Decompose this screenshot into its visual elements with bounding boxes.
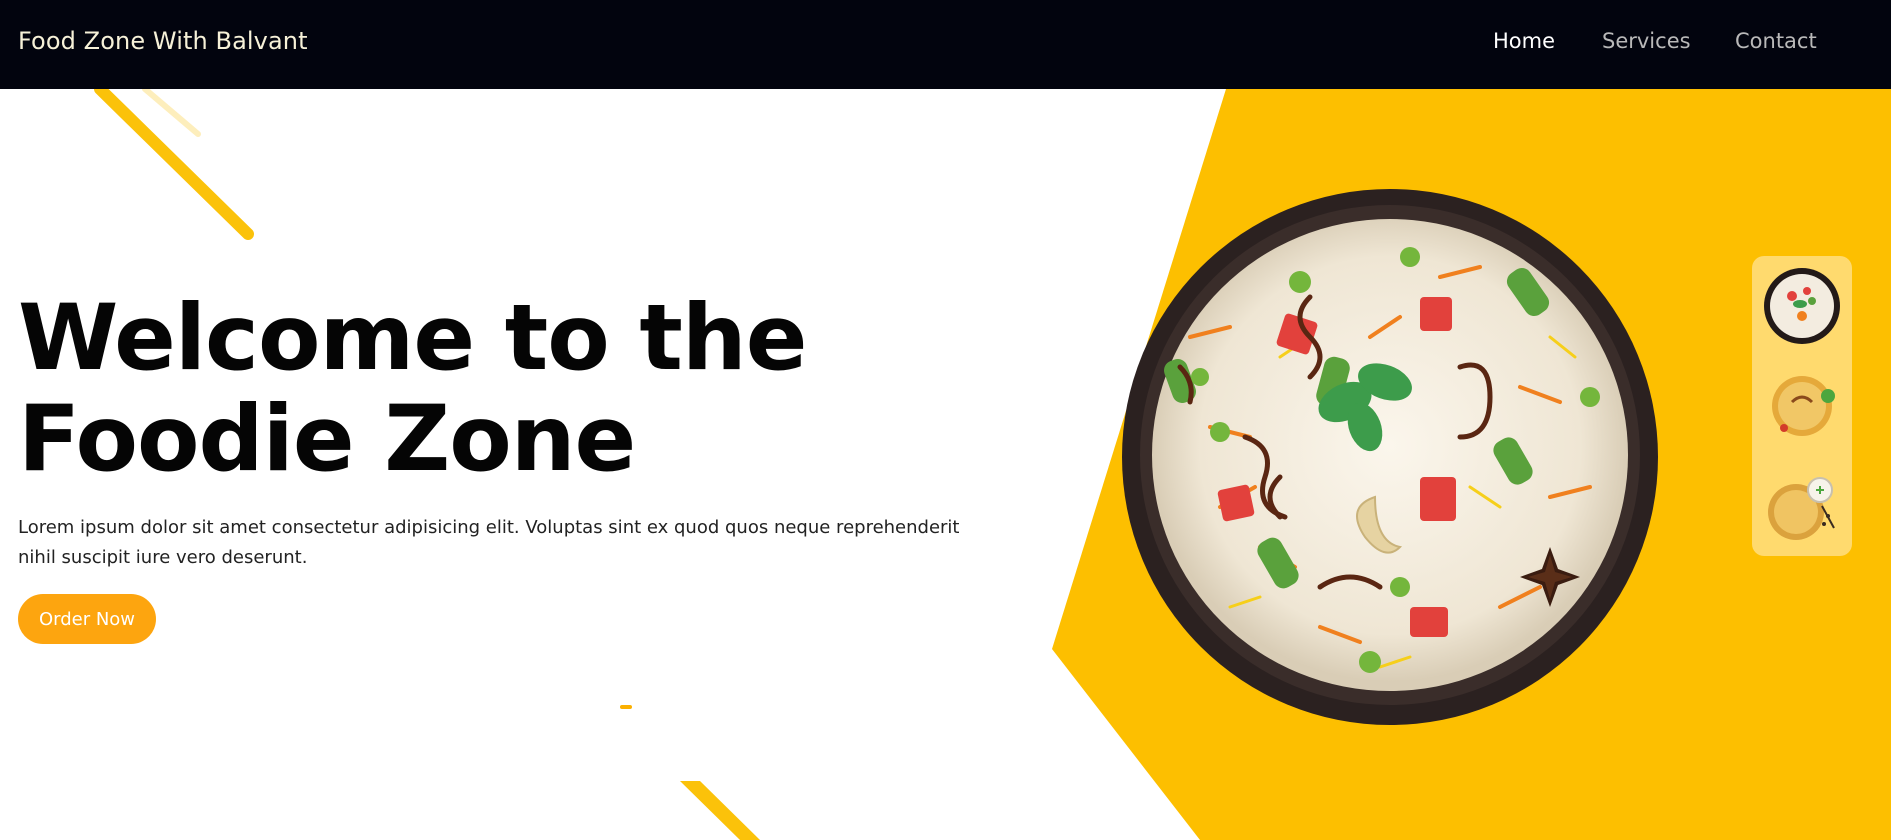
thumbnail-biryani-bowl[interactable] [1762,266,1842,346]
thumbnail-strip [1752,256,1852,556]
thumbnail-biryani-platter[interactable] [1762,366,1842,446]
hero-title-line-2: Foodie Zone [18,387,636,492]
hero-title: Welcome to the Foodie Zone [18,288,918,490]
thumbnail-biryani-with-raita[interactable] [1762,466,1842,546]
biryani-bowl-image [1122,189,1658,725]
decor-stroke-bottom [680,781,760,840]
nav-link-contact[interactable]: Contact [1735,29,1817,53]
hero-description: Lorem ipsum dolor sit amet consectetur a… [18,517,960,568]
order-now-button[interactable]: Order Now [18,594,156,644]
hero-section: Welcome to the Foodie Zone Lorem ipsum d… [0,89,1891,840]
nav-link-services[interactable]: Services [1602,29,1691,53]
navbar: Food Zone With Balvant Home Services Con… [0,0,1891,89]
brand-logo-text[interactable]: Food Zone With Balvant [18,27,308,55]
decor-stroke-top-faint [142,89,201,137]
hero-title-line-1: Welcome to the [18,286,807,391]
nav-link-home[interactable]: Home [1493,29,1555,53]
